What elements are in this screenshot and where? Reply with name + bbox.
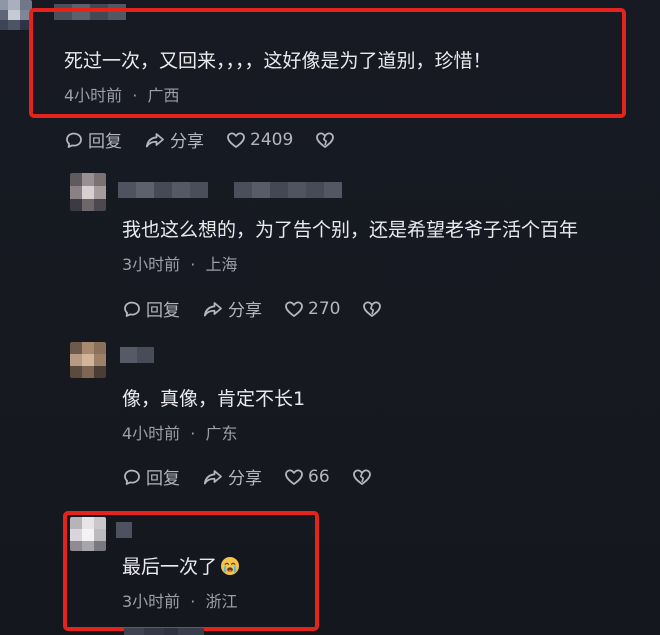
avatar[interactable]: [70, 342, 106, 378]
share-label: 分享: [228, 301, 262, 321]
meta-separator: ·: [190, 424, 196, 443]
comment-meta: 3小时前 · 浙江: [122, 592, 237, 612]
heart-icon: [285, 301, 303, 317]
like-button[interactable]: 66: [284, 467, 330, 487]
crying-face-emoji: [221, 557, 240, 575]
comment-actions: 回复 分享 2409: [64, 127, 357, 152]
comment-actions: 回复 分享 66: [122, 464, 394, 489]
comment-bubble-icon: [124, 301, 140, 317]
comment-location: 浙江: [205, 592, 238, 611]
reply-button[interactable]: 回复: [122, 464, 180, 489]
broken-heart-icon: [352, 469, 371, 485]
like-button[interactable]: 270: [284, 299, 340, 319]
like-count: 2409: [250, 129, 294, 150]
heart-icon: [227, 132, 245, 148]
reply-target-blurred[interactable]: [234, 182, 342, 198]
username-blurred[interactable]: [118, 182, 208, 198]
share-arrow-icon: [203, 469, 222, 484]
comment-feed: 死过一次，又回来，，，，这好像是为了道别，珍惜！ 4小时前 · 广西 回复 分享…: [0, 0, 660, 635]
share-arrow-icon: [145, 132, 164, 147]
comment-text: 像，真像，肯定不长1: [122, 388, 306, 410]
comment-time: 3小时前: [122, 592, 181, 611]
reply-label: 回复: [146, 469, 180, 489]
comment-location: 广东: [205, 424, 238, 443]
comment-location: 上海: [205, 255, 238, 274]
comment-location: 广西: [147, 86, 180, 105]
comment-time: 4小时前: [122, 424, 181, 443]
like-count: 66: [308, 466, 330, 487]
reply-button[interactable]: 回复: [122, 296, 180, 321]
comment-text-content: 最后一次了: [122, 556, 218, 578]
share-label: 分享: [170, 132, 204, 152]
comment-meta: 4小时前 · 广西: [64, 86, 179, 106]
dislike-button[interactable]: [362, 299, 382, 319]
share-arrow-icon: [203, 301, 222, 316]
comment-time: 4小时前: [64, 86, 123, 105]
comment-text: 死过一次，又回来，，，，这好像是为了道别，珍惜！: [64, 50, 492, 72]
share-button[interactable]: 分享: [202, 296, 262, 321]
avatar[interactable]: [0, 0, 32, 30]
comment-bubble-icon: [66, 132, 82, 148]
like-count: 270: [308, 298, 341, 319]
heart-icon: [285, 469, 303, 485]
comment-meta: 4小时前 · 广东: [122, 424, 237, 444]
meta-separator: ·: [190, 592, 196, 611]
share-button[interactable]: 分享: [144, 127, 204, 152]
broken-heart-icon: [363, 301, 382, 317]
comment-text: 最后一次了: [122, 555, 240, 579]
comment-meta: 3小时前 · 上海: [122, 255, 237, 275]
avatar[interactable]: [70, 173, 106, 211]
reply-button[interactable]: 回复: [64, 127, 122, 152]
meta-separator: ·: [132, 86, 138, 105]
share-button[interactable]: 分享: [202, 464, 262, 489]
dislike-button[interactable]: [352, 467, 372, 487]
like-button[interactable]: 2409: [226, 130, 293, 150]
reply-label: 回复: [88, 132, 122, 152]
broken-heart-icon: [316, 132, 335, 148]
comment-time: 3小时前: [122, 255, 181, 274]
share-label: 分享: [228, 469, 262, 489]
comment-actions: 回复 分享 270: [122, 296, 404, 321]
meta-separator: ·: [190, 255, 196, 274]
dislike-button[interactable]: [315, 130, 335, 150]
next-comment-partial: [124, 628, 204, 635]
comment-text: 我也这么想的，为了告个别，还是希望老爷子活个百年: [122, 219, 579, 241]
comment-bubble-icon: [124, 469, 140, 485]
reply-label: 回复: [146, 301, 180, 321]
username-blurred[interactable]: [120, 347, 154, 363]
